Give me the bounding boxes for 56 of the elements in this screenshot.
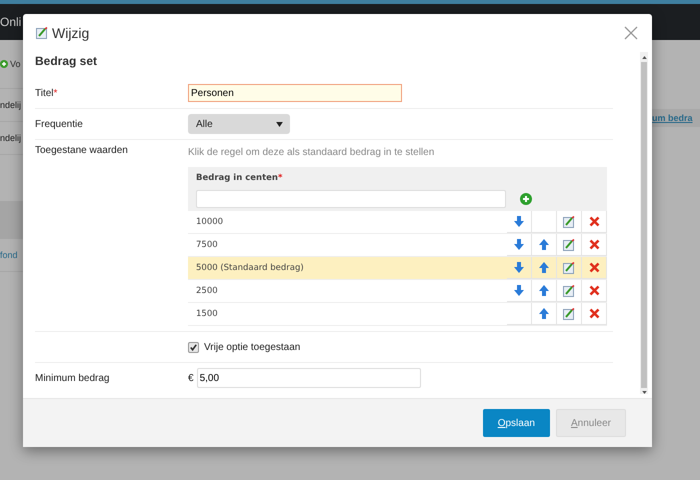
up-arrow-icon[interactable] — [539, 262, 549, 273]
edit-icon[interactable] — [563, 216, 575, 228]
amount-row[interactable]: 5000 (Standaard bedrag) — [188, 257, 607, 280]
add-icon[interactable] — [520, 193, 532, 205]
amount-text: 10000 — [195, 217, 224, 227]
dropdown-caret-icon — [276, 122, 283, 126]
row-text: ndelij — [0, 133, 22, 143]
field-label: Toegestane waarden — [35, 145, 129, 156]
down-arrow-icon[interactable] — [514, 239, 524, 250]
up-arrow-icon[interactable] — [539, 308, 549, 319]
title-input[interactable]: Personen — [188, 84, 402, 102]
frequency-select[interactable]: Alle — [188, 114, 290, 134]
delete-icon[interactable] — [588, 285, 600, 296]
amount-text: 1500 — [195, 309, 219, 319]
down-arrow-icon[interactable] — [514, 262, 524, 273]
delete-icon[interactable] — [588, 262, 600, 273]
amount-text: 2500 — [195, 286, 219, 296]
up-arrow-icon[interactable] — [539, 239, 549, 250]
section-heading: Bedrag set — [35, 53, 98, 70]
amount-text: 5000 (Standaard bedrag) — [195, 263, 305, 273]
checkbox-label: Vrije optie toegestaan — [204, 342, 300, 352]
edit-icon[interactable] — [563, 308, 575, 320]
edit-icon[interactable] — [563, 262, 575, 274]
amount-row[interactable]: 10000 — [188, 211, 607, 234]
app-title: Onli — [0, 15, 22, 29]
column-header: Bedrag in centen* — [196, 173, 282, 183]
amount-row[interactable]: 2500 — [188, 280, 607, 303]
field-label: Titel* — [35, 88, 58, 98]
delete-icon[interactable] — [588, 239, 600, 250]
field-label: Minimum bedrag — [35, 372, 110, 384]
delete-icon[interactable] — [588, 308, 600, 319]
down-arrow-icon[interactable] — [514, 216, 524, 227]
currency-symbol: € — [188, 372, 194, 384]
scroll-down-icon[interactable] — [642, 391, 646, 394]
scrollbar[interactable] — [640, 52, 648, 394]
minimum-amount-input[interactable]: 5,00 — [196, 368, 421, 388]
row-text: ndelij — [0, 100, 22, 110]
hint-text: Klik de regel om deze als standaard bedrag in te stellen — [188, 147, 436, 158]
scroll-up-icon[interactable] — [642, 56, 646, 59]
amount-input[interactable] — [196, 190, 506, 208]
checkbox[interactable] — [188, 342, 199, 352]
delete-icon[interactable] — [588, 216, 600, 227]
close-icon[interactable] — [624, 26, 638, 40]
edit-icon — [36, 27, 48, 39]
up-arrow-icon[interactable] — [539, 285, 549, 296]
field-label: Frequentie — [35, 118, 84, 130]
plus-icon — [0, 60, 8, 68]
add-button[interactable]: Vo — [0, 59, 21, 69]
amount-row[interactable]: 1500 — [188, 303, 607, 326]
row-band — [0, 201, 23, 239]
edit-icon[interactable] — [563, 284, 575, 296]
amount-text: 7500 — [195, 240, 219, 250]
edit-icon[interactable] — [563, 238, 575, 250]
down-arrow-icon[interactable] — [514, 285, 524, 296]
dialog-title: Wijzig — [52, 25, 90, 41]
save-button[interactable]: Opslaan — [482, 409, 550, 437]
